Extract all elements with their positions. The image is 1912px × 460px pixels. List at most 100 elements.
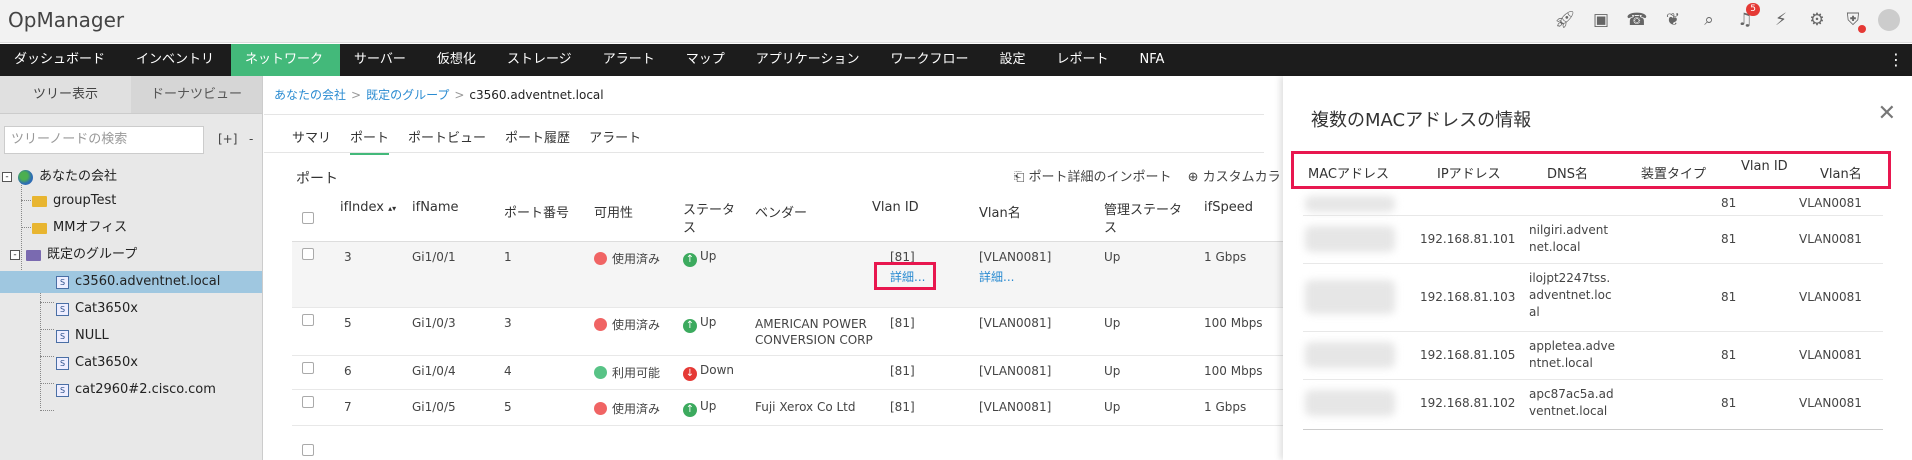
table-row-partial[interactable] <box>292 426 1292 460</box>
alert-dot <box>1858 25 1866 33</box>
phone-icon[interactable]: ☎ <box>1626 9 1648 31</box>
tree-connector <box>40 356 54 357</box>
col-vendor[interactable]: ベンダー <box>755 202 807 221</box>
table-row[interactable]: 7 Gi1/0/5 5 使用済み ↑ Up Fuji Xerox Co Ltd [… <box>292 390 1292 426</box>
expand-all-button[interactable]: [+] <box>218 132 237 146</box>
tab-alerts[interactable]: アラート <box>589 127 641 155</box>
tree-node-cat2960[interactable]: S cat2960#2.cisco.com <box>56 379 216 401</box>
nav-item-server[interactable]: サーバー <box>340 44 423 76</box>
cell-ifname: Gi1/0/3 <box>412 316 456 330</box>
nav-item-report[interactable]: レポート <box>1043 44 1126 76</box>
tree-node-grouptest[interactable]: groupTest <box>32 190 116 212</box>
tree-node-null[interactable]: S NULL <box>56 325 109 347</box>
table-row[interactable]: 3 Gi1/0/1 1 使用済み ↑ Up [81] 詳細... [VLAN008… <box>292 242 1292 308</box>
bell-icon[interactable]: ♫ 5 <box>1734 3 1760 31</box>
cell-vlan-name: [VLAN0081] <box>979 250 1052 264</box>
status-text: Up <box>700 399 717 413</box>
tab-port-view[interactable]: ポートビュー <box>408 127 486 155</box>
row-checkbox[interactable] <box>302 396 314 408</box>
col-status[interactable]: ステータス <box>683 202 739 238</box>
folder-icon <box>32 195 47 207</box>
col-port-number[interactable]: ポート番号 <box>504 202 569 221</box>
col-vlan-id: Vlan ID <box>1741 159 1788 174</box>
notification-badge: 5 <box>1746 3 1760 16</box>
select-all-checkbox[interactable] <box>302 212 314 224</box>
nav-item-dashboard[interactable]: ダッシュボード <box>0 44 122 76</box>
device-icon: S <box>56 302 69 316</box>
cell-vlan-name: [VLAN0081] <box>979 400 1052 414</box>
col-admin-status[interactable]: 管理ステータス <box>1104 202 1182 238</box>
tree-node-cat3650x-2[interactable]: S Cat3650x <box>56 352 138 374</box>
gift-icon[interactable]: ❦ <box>1662 9 1684 31</box>
import-port-details-button[interactable]: ⎗ ポート詳細のインポート <box>1014 166 1172 185</box>
table-row[interactable]: 5 Gi1/0/3 3 使用済み ↑ Up AMERICAN POWER CONV… <box>292 308 1292 356</box>
row-checkbox[interactable] <box>302 444 314 456</box>
custom-column-button[interactable]: ⊕ カスタムカラ <box>1188 166 1281 185</box>
cell-ifname: Gi1/0/4 <box>412 364 456 378</box>
user-avatar-icon[interactable] <box>1878 9 1900 31</box>
device-icon: S <box>56 383 69 397</box>
tab-donut-view[interactable]: ドーナツビュー <box>131 76 262 113</box>
nav-item-alert[interactable]: アラート <box>589 44 672 76</box>
tab-tree-view[interactable]: ツリー表示 <box>0 76 131 113</box>
more-menu-icon[interactable]: ⋮ <box>1888 52 1904 68</box>
col-ifindex[interactable]: ifIndex ▴▾ <box>340 200 396 215</box>
nav-item-settings[interactable]: 設定 <box>985 44 1042 76</box>
nav-item-nfa[interactable]: NFA <box>1126 44 1182 76</box>
section-title: ポート <box>296 171 338 187</box>
tree-node-c3560[interactable]: S c3560.adventnet.local <box>0 271 262 293</box>
tab-summary[interactable]: サマリ <box>292 127 331 155</box>
tree-connector <box>40 329 54 330</box>
alert-shield-icon[interactable]: ⛨ <box>1842 9 1866 33</box>
tree-node-label: 既定のグループ <box>47 247 138 262</box>
app-title[interactable]: OpManager <box>8 8 124 32</box>
gear-icon[interactable]: ⚙ <box>1806 9 1828 31</box>
vlan-name-detail-link[interactable]: 詳細... <box>979 268 1014 285</box>
tab-port-history[interactable]: ポート履歴 <box>505 127 570 155</box>
presentation-icon[interactable]: ▣ <box>1590 9 1612 31</box>
breadcrumb-root-link[interactable]: あなたの会社 <box>274 88 346 102</box>
col-vlan-id[interactable]: Vlan ID <box>872 200 919 215</box>
nav-item-network[interactable]: ネットワーク <box>231 44 341 76</box>
tab-ports[interactable]: ポート <box>350 127 390 155</box>
cell-vlan-name: VLAN0081 <box>1799 348 1862 362</box>
rocket-icon[interactable]: 🚀︎ <box>1554 9 1576 31</box>
device-icon: S <box>56 329 69 343</box>
nav-item-application[interactable]: アプリケーション <box>742 44 877 76</box>
tree-node-cat3650x[interactable]: S Cat3650x <box>56 298 138 320</box>
cell-ifindex: 6 <box>344 364 352 378</box>
tree-connector <box>40 276 41 408</box>
cell-admin-status: Up <box>1104 316 1121 330</box>
tree-node-mm-office[interactable]: MMオフィス <box>32 217 127 239</box>
plug-icon[interactable]: ⚡ <box>1770 9 1792 31</box>
tree-node-label: cat2960#2.cisco.com <box>75 382 216 397</box>
search-icon[interactable]: ⌕ <box>1698 9 1720 31</box>
col-ifname[interactable]: ifName <box>412 200 459 215</box>
cell-vendor: AMERICAN POWER CONVERSION CORP <box>755 317 873 347</box>
collapse-toggle-icon[interactable]: - <box>10 250 20 260</box>
tree-node-company[interactable]: - あなたの会社 <box>2 166 117 188</box>
tree-node-label: Cat3650x <box>75 301 138 316</box>
nav-item-storage[interactable]: ストレージ <box>493 44 589 76</box>
collapse-all-button[interactable]: - <box>249 132 253 146</box>
cell-ifspeed: 1 Gbps <box>1204 250 1247 264</box>
cell-ifindex: 7 <box>344 400 352 414</box>
nav-item-virtualization[interactable]: 仮想化 <box>423 44 493 76</box>
table-row[interactable]: 6 Gi1/0/4 4 利用可能 ↓ Down [81] [VLAN0081] U… <box>292 356 1292 390</box>
tree-search-input[interactable]: ツリーノードの検索 <box>4 126 204 154</box>
col-ifspeed[interactable]: ifSpeed <box>1204 200 1253 215</box>
nav-item-workflow[interactable]: ワークフロー <box>876 44 985 76</box>
col-availability[interactable]: 可用性 <box>594 202 633 221</box>
nav-item-map[interactable]: マップ <box>672 44 742 76</box>
collapse-toggle-icon[interactable]: - <box>2 172 12 182</box>
close-icon[interactable]: ✕ <box>1878 101 1896 126</box>
col-dns-name: DNS名 <box>1547 167 1588 182</box>
row-checkbox[interactable] <box>302 362 314 374</box>
tree-node-default-group[interactable]: - 既定のグループ <box>10 244 137 266</box>
col-vlan-name[interactable]: Vlan名 <box>979 202 1021 221</box>
panel-title: 複数のMACアドレスの情報 <box>1311 110 1532 131</box>
row-checkbox[interactable] <box>302 248 314 260</box>
nav-item-inventory[interactable]: インベントリ <box>122 44 231 76</box>
row-checkbox[interactable] <box>302 314 314 326</box>
breadcrumb-group-link[interactable]: 既定のグループ <box>366 88 449 102</box>
